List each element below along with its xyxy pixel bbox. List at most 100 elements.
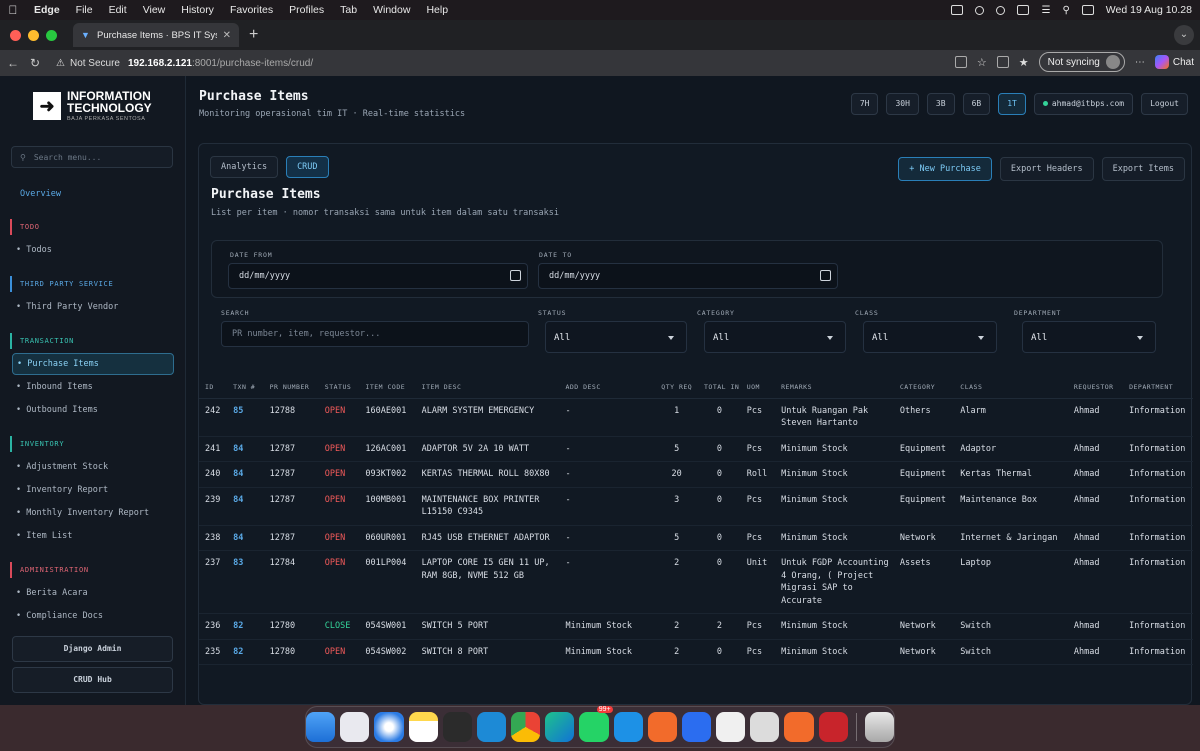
focus-icon[interactable] (975, 5, 985, 15)
not-secure-label[interactable]: Not Secure (70, 58, 120, 69)
chevron-down-icon[interactable]: ⌄ (1174, 25, 1194, 45)
range-30h-button[interactable]: 30H (886, 93, 919, 115)
sidebar-search-input[interactable]: ⚲ Search menu... (11, 146, 173, 168)
terminal-icon[interactable] (442, 712, 472, 742)
display-icon[interactable] (951, 5, 964, 15)
export-headers-button[interactable]: Export Headers (999, 157, 1094, 181)
postman-icon[interactable] (784, 712, 814, 742)
zoom-window-button[interactable] (46, 29, 57, 41)
menu-file[interactable]: File (68, 4, 101, 16)
apple-icon[interactable]:  (0, 3, 26, 17)
tab-analytics[interactable]: Analytics (210, 156, 279, 178)
django-admin-button[interactable]: Django Admin (12, 636, 173, 662)
reload-icon[interactable]: ↻ (26, 56, 44, 70)
col-item-code[interactable]: ITEM CODE (359, 376, 416, 399)
calendar-icon[interactable] (510, 270, 521, 281)
warning-icon[interactable]: ⚠ (56, 58, 65, 69)
new-purchase-button[interactable]: + New Purchase (898, 157, 992, 181)
table-row[interactable]: 239 84 12787 OPEN 100MB001 MAINTENANCE BOX PR… (199, 487, 1193, 526)
minimize-window-button[interactable] (28, 29, 39, 41)
more-icon[interactable]: ⋯ (1135, 57, 1145, 68)
safari-icon[interactable] (374, 712, 404, 742)
search-input[interactable]: PR number, item, requestor... (221, 321, 529, 347)
range-7h-button[interactable]: 7H (850, 93, 879, 115)
col-add-desc[interactable]: ADD DESC (559, 376, 656, 399)
favorites-icon[interactable]: ★ (1019, 56, 1029, 69)
col-item-desc[interactable]: ITEM DESC (415, 376, 560, 399)
h-app-icon[interactable] (750, 712, 780, 742)
crud-hub-button[interactable]: CRUD Hub (12, 667, 173, 693)
range-1t-button[interactable]: 1T (998, 93, 1026, 115)
copilot-chat-button[interactable]: Chat (1154, 55, 1194, 69)
menu-view[interactable]: View (135, 4, 174, 16)
url-host[interactable]: 192.168.2.121 (128, 58, 192, 69)
reading-view-icon[interactable] (954, 56, 967, 68)
search-icon[interactable]: ⚲ (1062, 5, 1069, 16)
app-icon[interactable] (681, 712, 712, 742)
logo[interactable]: ➜ INFORMATION TECHNOLOGY BAJA PERKASA SE… (33, 90, 152, 122)
range-6b-button[interactable]: 6B (962, 93, 991, 115)
notes-icon[interactable] (408, 712, 438, 742)
calendar-icon[interactable] (820, 270, 831, 281)
menu-edit[interactable]: Edit (101, 4, 135, 16)
sidebar-item-inventory-report[interactable]: • Inventory Report (16, 485, 108, 495)
col-class[interactable]: CLASS (954, 376, 1068, 399)
col-requestor[interactable]: REQUESTOR (1067, 376, 1124, 399)
edge-icon[interactable] (545, 712, 575, 742)
col-category[interactable]: CATEGORY (893, 376, 955, 399)
tab-crud[interactable]: CRUD (286, 156, 329, 178)
finder-icon[interactable] (306, 712, 336, 742)
chrome-icon[interactable] (511, 712, 541, 742)
browser-tab[interactable]: ▼ Purchase Items · BPS IT System ✕ (73, 23, 239, 47)
sidebar-item-adjustment-stock[interactable]: • Adjustment Stock (16, 462, 108, 472)
sidebar-item-berita-acara[interactable]: • Berita Acara (16, 588, 88, 598)
department-select[interactable]: All (1022, 321, 1156, 353)
url-path[interactable]: :8001/purchase-items/crud/ (192, 58, 313, 69)
docker-icon[interactable] (613, 712, 643, 742)
table-row[interactable]: 238 84 12787 OPEN 060UR001 RJ45 USB ETHERNET … (199, 525, 1193, 551)
table-row[interactable]: 242 85 12788 OPEN 160AE001 ALARM SYSTEM EMERG… (199, 398, 1193, 437)
preview-icon[interactable] (716, 712, 746, 742)
col-remarks[interactable]: REMARKS (775, 376, 894, 399)
launchpad-icon[interactable] (340, 712, 370, 742)
extensions-icon[interactable] (996, 56, 1009, 68)
col-txn[interactable]: TXN # (227, 376, 264, 399)
date-to-input[interactable]: dd/mm/yyyy (538, 263, 838, 289)
table-row[interactable]: 235 82 12780 OPEN 054SW002 SWITCH 8 PORT Minim… (199, 639, 1193, 665)
wifi-icon[interactable]: ☰ (1041, 5, 1050, 16)
col-pr-number[interactable]: PR NUMBER (263, 376, 319, 399)
date-from-input[interactable]: dd/mm/yyyy (228, 263, 528, 289)
favorite-star-icon[interactable]: ☆ (977, 56, 987, 69)
sidebar-item-third-party-vendor[interactable]: • Third Party Vendor (16, 302, 118, 312)
range-3b-button[interactable]: 3B (926, 93, 955, 115)
table-row[interactable]: 240 84 12787 OPEN 093KT002 KERTAS THERMAL ROL… (199, 461, 1193, 488)
clock[interactable]: Wed 19 Aug 10.28 (1106, 4, 1192, 16)
status-select[interactable]: All (545, 321, 687, 353)
col-qty-req[interactable]: QTY REQ (655, 376, 699, 399)
trash-icon[interactable] (864, 712, 894, 742)
menu-tab[interactable]: Tab (332, 4, 365, 16)
sidebar-item-item-list[interactable]: • Item List (16, 531, 72, 541)
vscode-icon[interactable] (476, 712, 507, 742)
menu-app-name[interactable]: Edge (26, 4, 68, 16)
export-items-button[interactable]: Export Items (1101, 157, 1185, 181)
col-uom[interactable]: UOM (740, 376, 776, 399)
sidebar-item-compliance-docs[interactable]: • Compliance Docs (16, 611, 103, 621)
menu-history[interactable]: History (173, 4, 222, 16)
menu-window[interactable]: Window (365, 4, 418, 16)
logout-button[interactable]: Logout (1141, 93, 1188, 115)
battery-icon[interactable] (1017, 5, 1030, 15)
record-icon[interactable] (996, 5, 1006, 15)
col-department[interactable]: DEPARTMENT (1123, 376, 1193, 399)
close-tab-icon[interactable]: ✕ (223, 30, 231, 41)
col-total-in[interactable]: TOTAL IN (698, 376, 741, 399)
close-window-button[interactable] (10, 29, 21, 41)
class-select[interactable]: All (863, 321, 997, 353)
col-id[interactable]: ID (199, 376, 228, 399)
sidebar-item-purchase-items[interactable]: • Purchase Items (12, 353, 174, 375)
new-tab-icon[interactable]: + (249, 26, 258, 44)
menu-profiles[interactable]: Profiles (281, 4, 332, 16)
sidebar-item-todos[interactable]: • Todos (16, 245, 52, 255)
whatsapp-icon[interactable]: 99+ (579, 706, 613, 742)
sidebar-item-monthly-inventory-report[interactable]: • Monthly Inventory Report (16, 508, 149, 518)
